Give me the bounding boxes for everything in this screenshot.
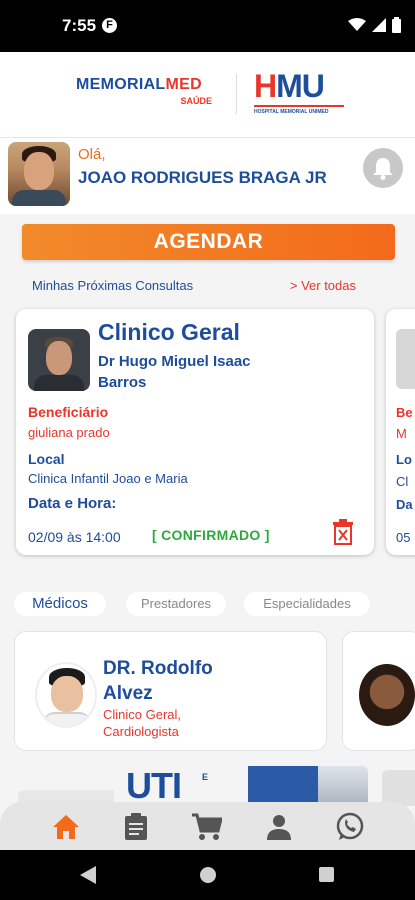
banner-carousel[interactable]: UTI E — [0, 766, 415, 806]
location-label: Local — [28, 451, 65, 467]
nav-records[interactable] — [121, 812, 151, 842]
banner-title: UTI — [126, 766, 182, 806]
nav-whatsapp[interactable] — [335, 812, 365, 842]
doctor-card-next[interactable] — [342, 631, 415, 751]
nav-shop[interactable] — [192, 812, 222, 842]
user-name: JOAO RODRIGUES BRAGA JR — [78, 168, 327, 187]
tab-prestadores[interactable]: Prestadores — [126, 592, 226, 616]
appointments-header: Minhas Próximas Consultas > Ver todas — [0, 278, 415, 298]
banner-image[interactable] — [382, 770, 415, 806]
section-title: Minhas Próximas Consultas — [32, 278, 194, 293]
logo-text: H — [254, 68, 277, 104]
beneficiary-label: Beneficiário — [28, 404, 109, 420]
tab-especialidades[interactable]: Especialidades — [244, 592, 370, 616]
banner-image — [318, 766, 368, 806]
profile-bar: Olá, JOAO RODRIGUES BRAGA JR — [0, 138, 415, 214]
appointment-card[interactable]: Clinico Geral Dr Hugo Miguel Isaac Barro… — [16, 309, 374, 555]
home-button[interactable] — [200, 867, 216, 883]
logo-subtext: SAÚDE — [180, 96, 212, 106]
app-header: MEMORIALMED SAÚDE HMU HOSPITAL MEMORIAL … — [0, 52, 415, 138]
clock: 7:55 — [62, 16, 97, 35]
location-label: Lo — [396, 452, 412, 467]
beneficiary-value: giuliana prado — [28, 425, 110, 440]
logo-text: MEMORIAL — [76, 76, 166, 93]
appointment-doctor: Dr Hugo Miguel Isaac Barros — [98, 353, 251, 391]
banner-image — [248, 766, 318, 806]
see-all-link[interactable]: > Ver todas — [290, 278, 356, 293]
back-icon[interactable] — [80, 866, 96, 884]
greeting: Olá, — [78, 146, 106, 163]
bottom-nav — [0, 802, 415, 850]
schedule-button[interactable]: AGENDAR — [22, 224, 395, 260]
system-nav-bar — [0, 850, 415, 900]
wifi-icon — [348, 18, 366, 31]
banner-subtitle: E — [202, 772, 209, 782]
banner-uti[interactable]: UTI E — [114, 766, 368, 806]
doctor-avatar — [35, 662, 97, 728]
doctor-card[interactable]: DR. Rodolfo Alvez Clinico Geral, Cardiol… — [14, 631, 327, 751]
doctor-specialties: Clinico Geral, Cardiologista — [103, 707, 182, 739]
notification-icon: F — [102, 18, 117, 33]
status-badge: [ CONFIRMADO ] — [152, 527, 270, 543]
logo-text: MED — [165, 76, 202, 93]
status-icons — [348, 17, 401, 33]
signal-icon — [372, 18, 386, 32]
nav-profile[interactable] — [264, 812, 294, 842]
datetime-label: Da — [396, 497, 413, 512]
category-tabs: Médicos Prestadores Especialidades — [0, 592, 415, 618]
whatsapp-icon — [336, 812, 364, 840]
recents-button[interactable] — [319, 867, 334, 882]
home-icon — [53, 815, 79, 839]
doctor-name: DR. Rodolfo Alvez — [103, 658, 213, 704]
appointment-specialty: Clinico Geral — [98, 319, 240, 345]
location-value: Clinica Infantil Joao e Maria — [28, 471, 188, 486]
logo-subtext: HOSPITAL MEMORIAL UNIMED — [254, 105, 344, 115]
doctor-photo — [28, 329, 90, 391]
location-value: Cl — [396, 474, 409, 489]
datetime-value: 02/09 às 14:00 — [28, 529, 121, 545]
battery-icon — [392, 17, 401, 33]
nav-home[interactable] — [51, 812, 81, 842]
divider — [236, 74, 237, 114]
clipboard-icon — [125, 813, 147, 840]
hmu-logo: HMU HOSPITAL MEMORIAL UNIMED — [254, 70, 344, 116]
datetime-label: Data e Hora: — [28, 495, 117, 512]
trash-icon[interactable] — [332, 519, 354, 545]
beneficiary-value: M — [396, 426, 407, 441]
cart-icon — [192, 813, 222, 840]
tab-medicos[interactable]: Médicos — [14, 592, 106, 616]
appointment-card-next[interactable]: Be M Lo Cl Da 05 — [386, 309, 415, 555]
doctor-photo — [396, 329, 415, 389]
datetime-value: 05 — [396, 530, 411, 545]
notifications-button[interactable] — [363, 148, 403, 188]
bell-icon — [373, 158, 393, 180]
person-icon — [267, 815, 291, 840]
status-bar: 7:55 F — [0, 0, 415, 52]
memorialmed-logo: MEMORIALMED SAÚDE — [76, 76, 216, 112]
beneficiary-label: Be — [396, 405, 413, 420]
doctor-avatar — [359, 664, 415, 726]
logo-text: MU — [276, 68, 325, 104]
avatar[interactable] — [8, 142, 70, 206]
